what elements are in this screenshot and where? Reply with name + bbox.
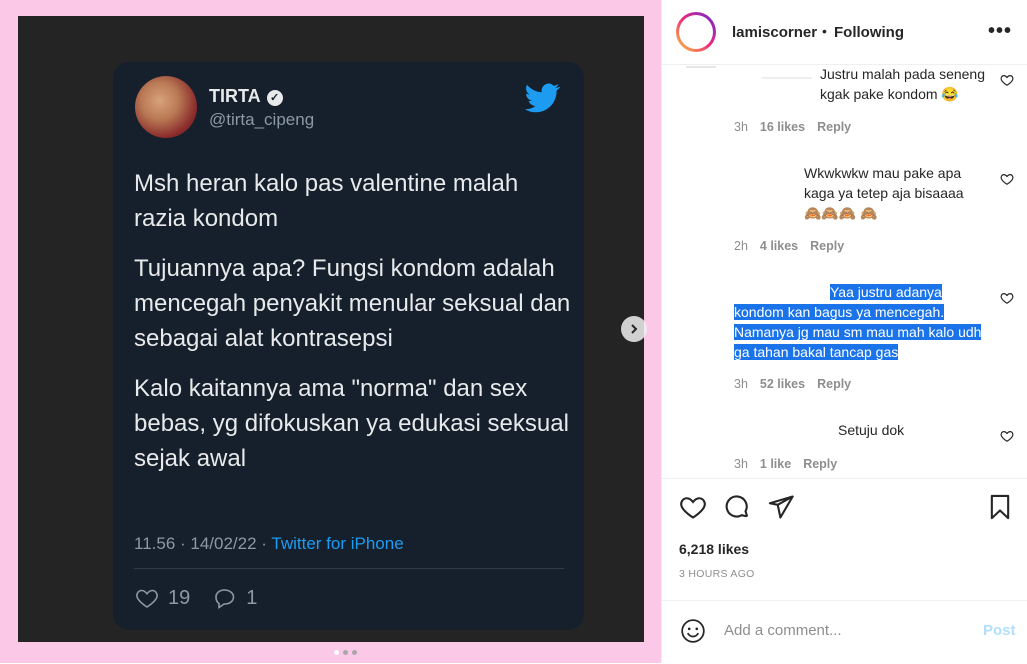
comment-time: 3h (734, 120, 748, 134)
tweet-like: 19 (134, 586, 190, 610)
chevron-right-icon (631, 324, 638, 334)
comment-likes[interactable]: 16 likes (760, 120, 805, 134)
comment-likes[interactable]: 1 like (760, 457, 791, 471)
comment-like-heart-icon[interactable] (1000, 291, 1014, 305)
comment-text: Yaa justru adanya kondom kan bagus ya me… (734, 282, 984, 362)
carousel-dot (343, 650, 348, 655)
tweet-reply: 1 (212, 586, 257, 610)
save-bookmark-icon[interactable] (986, 493, 1014, 521)
tweet-card: TIRTA ✓ @tirta_cipeng Msh heran kalo pas … (113, 62, 584, 630)
tweet-author-handle: @tirta_cipeng (209, 110, 315, 129)
tweet-paragraph: Tujuannya apa? Fungsi kondom adalah menc… (134, 255, 571, 352)
comment-text: Wkwkwkw mau pake apa kaga ya tetep aja b… (804, 165, 964, 221)
reply-button[interactable]: Reply (810, 239, 844, 253)
post-timestamp: 3 HOURS AGO (679, 568, 755, 580)
comment-likes[interactable]: 4 likes (760, 239, 798, 253)
next-slide-button[interactable] (621, 316, 647, 342)
media-frame: TIRTA ✓ @tirta_cipeng Msh heran kalo pas … (0, 0, 661, 663)
comment-meta: 3h 1 like Reply (734, 457, 849, 471)
tweet-timestamp: 11.56 · 14/02/22 · (134, 534, 272, 553)
tweet-like-count: 19 (168, 586, 191, 609)
tweet-paragraph: Kalo kaitannya ama "norma" dan sex bebas… (134, 375, 569, 472)
comment-likes[interactable]: 52 likes (760, 377, 805, 391)
carousel-dot (334, 650, 339, 655)
tweet-avatar (135, 76, 197, 138)
comment-time: 3h (734, 377, 748, 391)
post-header: lamiscorner • Following ••• (662, 0, 1027, 65)
tweet-paragraph: Msh heran kalo pas valentine malah razia… (134, 170, 519, 232)
like-heart-icon[interactable] (679, 493, 707, 521)
comment-time: 2h (734, 239, 748, 253)
tweet-meta: 11.56 · 14/02/22 · Twitter for iPhone (134, 534, 404, 554)
reply-button[interactable]: Reply (817, 120, 851, 134)
account-avatar[interactable] (676, 12, 716, 52)
comment-meta: 3h 52 likes Reply (734, 377, 863, 391)
post-comment-button[interactable]: Post (983, 622, 1016, 639)
tweet-author-name: TIRTA ✓ (209, 86, 283, 107)
add-comment-row: Add a comment... Post (662, 600, 1027, 664)
divider (134, 568, 564, 569)
selected-comment-text: Yaa justru adanya kondom kan bagus ya me… (734, 284, 982, 360)
post-image: TIRTA ✓ @tirta_cipeng Msh heran kalo pas … (18, 16, 644, 655)
tweet-text: Msh heran kalo pas valentine malah razia… (134, 166, 574, 491)
following-button[interactable]: Following (834, 24, 904, 41)
post-actions-bar (662, 478, 1027, 479)
account-username[interactable]: lamiscorner (732, 24, 817, 41)
tweet-source: Twitter for iPhone (271, 534, 404, 553)
carousel-dot (352, 650, 357, 655)
emoji-icon[interactable] (680, 618, 706, 644)
comments-list: Justru malah pada seneng kgak pake kondo… (662, 65, 1027, 478)
add-comment-input[interactable]: Add a comment... (724, 622, 842, 639)
tweet-actions: 19 1 (134, 586, 279, 610)
comment-bubble-icon[interactable] (723, 493, 751, 521)
verified-badge-icon: ✓ (266, 90, 283, 106)
tweet-reply-count: 1 (246, 586, 258, 609)
post-panel: lamiscorner • Following ••• Justru malah… (661, 0, 1027, 663)
comment-like-heart-icon[interactable] (1000, 172, 1014, 186)
more-options-icon[interactable]: ••• (988, 20, 1012, 43)
comment-like-heart-icon[interactable] (1000, 429, 1014, 443)
separator-dot: • (822, 23, 827, 39)
comment-time: 3h (734, 457, 748, 471)
heart-icon (136, 589, 158, 608)
avatar-image (679, 15, 713, 49)
reply-button[interactable]: Reply (803, 457, 837, 471)
comment-meta: 3h 16 likes Reply (734, 120, 863, 134)
comment-avatar (686, 66, 716, 68)
share-paper-plane-icon[interactable] (767, 493, 795, 521)
comment-meta: 2h 4 likes Reply (734, 239, 856, 253)
post-likes-count[interactable]: 6,218 likes (679, 541, 749, 557)
reply-button[interactable]: Reply (817, 377, 851, 391)
comment-like-heart-icon[interactable] (1000, 73, 1014, 87)
reply-bubble-icon (215, 589, 235, 610)
twitter-bird-icon (524, 83, 561, 113)
carousel-dots (334, 650, 361, 655)
comment-text: Justru malah pada seneng kgak pake kondo… (820, 66, 985, 102)
comment-text: Setuju dok (838, 422, 905, 438)
